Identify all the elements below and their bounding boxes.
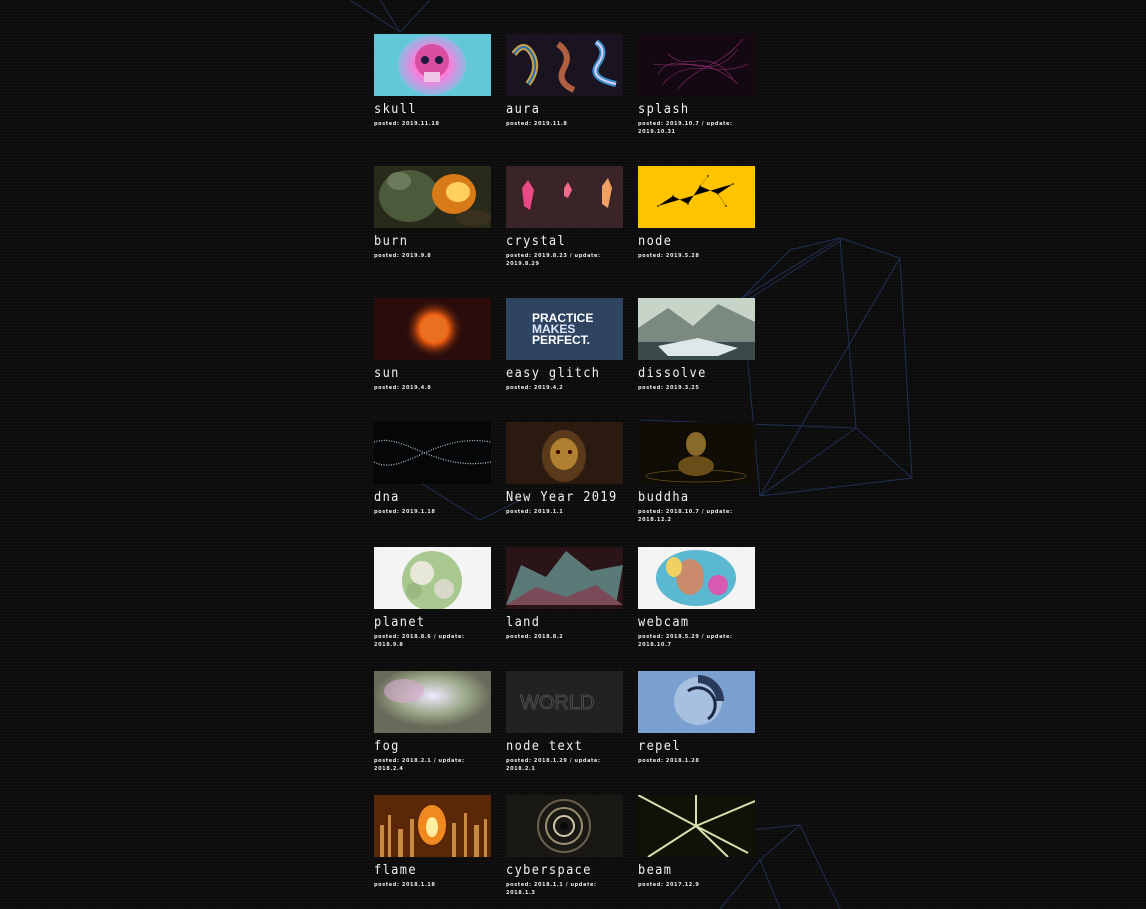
work-dates: posted: 2019.8.23 / update: 2019.8.29 [506, 253, 601, 267]
work-card-planet[interactable]: planet posted: 2018.8.6 / update: 2018.9.… [374, 547, 491, 649]
work-card-skull[interactable]: skull posted: 2019.11.18 [374, 34, 491, 128]
svg-text:WORLD: WORLD [520, 692, 594, 714]
work-title[interactable]: cyberspace [506, 863, 614, 879]
work-thumbnail[interactable] [638, 166, 755, 228]
work-title[interactable]: crystal [506, 234, 614, 250]
work-title[interactable]: flame [374, 863, 482, 879]
work-card-sun[interactable]: sun posted: 2019.4.8 [374, 298, 491, 392]
work-dates: posted: 2018.1.28 [638, 758, 700, 764]
work-card-aura[interactable]: aura posted: 2019.11.8 [506, 34, 623, 128]
work-card-repel[interactable]: repel posted: 2018.1.28 [638, 671, 755, 765]
work-dates: posted: 2018.10.7 / update: 2018.12.2 [638, 509, 733, 523]
work-thumbnail[interactable] [638, 547, 755, 609]
work-title[interactable]: repel [638, 739, 746, 755]
work-dates: posted: 2018.1.18 [374, 882, 436, 888]
work-title[interactable]: fog [374, 739, 482, 755]
work-dates: posted: 2019.10.7 / update: 2019.10.31 [638, 121, 733, 135]
work-thumbnail[interactable] [506, 34, 623, 96]
work-thumbnail[interactable] [638, 34, 755, 96]
work-thumbnail[interactable] [638, 422, 755, 484]
work-title[interactable]: node text [506, 739, 614, 755]
work-card-buddha[interactable]: buddha posted: 2018.10.7 / update: 2018.1… [638, 422, 755, 524]
work-thumbnail[interactable]: WORLD [506, 671, 623, 733]
work-title[interactable]: buddha [638, 490, 746, 506]
work-title[interactable]: New Year 2019 [506, 490, 616, 506]
work-card-beam[interactable]: beam posted: 2017.12.9 [638, 795, 755, 889]
work-card-new-year-2019[interactable]: New Year 2019 posted: 2019.1.1 [506, 422, 623, 516]
work-title[interactable]: dna [374, 490, 482, 506]
work-title[interactable]: planet [374, 615, 482, 631]
work-thumbnail[interactable] [374, 298, 491, 360]
work-thumbnail[interactable]: PRACTICE MAKES PERFECT. [506, 298, 623, 360]
work-dates: posted: 2019.1.1 [506, 509, 564, 515]
work-thumbnail[interactable] [506, 422, 623, 484]
work-dates: posted: 2018.1.1 / update: 2018.1.3 [506, 882, 597, 896]
work-dates: posted: 2018.8.6 / update: 2018.9.8 [374, 634, 465, 648]
work-thumbnail[interactable] [638, 298, 755, 360]
work-title[interactable]: sun [374, 366, 482, 382]
work-title[interactable]: land [506, 615, 614, 631]
work-thumbnail[interactable] [506, 166, 623, 228]
work-dates: posted: 2019.5.28 [638, 253, 700, 259]
work-dates: posted: 2019.11.18 [374, 121, 440, 127]
work-title[interactable]: node [638, 234, 746, 250]
work-thumbnail[interactable] [506, 547, 623, 609]
work-title[interactable]: aura [506, 102, 614, 118]
work-dates: posted: 2017.12.9 [638, 882, 700, 888]
work-card-flame[interactable]: flame posted: 2018.1.18 [374, 795, 491, 889]
work-dates: posted: 2019.4.8 [374, 385, 432, 391]
work-thumbnail[interactable] [374, 671, 491, 733]
work-card-webcam[interactable]: webcam posted: 2018.5.29 / update: 2018.1… [638, 547, 755, 649]
work-thumbnail[interactable] [374, 166, 491, 228]
work-card-dna[interactable]: dna posted: 2019.1.18 [374, 422, 491, 516]
work-title[interactable]: skull [374, 102, 482, 118]
work-thumbnail[interactable] [638, 671, 755, 733]
work-dates: posted: 2018.8.2 [506, 634, 564, 640]
work-dates: posted: 2019.9.8 [374, 253, 432, 259]
work-thumbnail[interactable] [374, 547, 491, 609]
work-dates: posted: 2019.1.18 [374, 509, 436, 515]
work-card-node-text[interactable]: WORLD node text posted: 2018.1.29 / update… [506, 671, 623, 773]
work-dates: posted: 2018.2.1 / update: 2018.2.4 [374, 758, 465, 772]
work-card-dissolve[interactable]: dissolve posted: 2019.3.25 [638, 298, 755, 392]
work-title[interactable]: beam [638, 863, 746, 879]
work-thumbnail[interactable] [506, 795, 623, 857]
work-dates: posted: 2019.3.25 [638, 385, 700, 391]
work-thumbnail[interactable] [374, 795, 491, 857]
work-card-fog[interactable]: fog posted: 2018.2.1 / update: 2018.2.4 [374, 671, 491, 773]
work-card-burn[interactable]: burn posted: 2019.9.8 [374, 166, 491, 260]
work-thumbnail[interactable] [374, 422, 491, 484]
work-dates: posted: 2019.4.2 [506, 385, 564, 391]
work-title[interactable]: splash [638, 102, 746, 118]
work-title[interactable]: burn [374, 234, 482, 250]
work-thumbnail[interactable] [374, 34, 491, 96]
work-title[interactable]: webcam [638, 615, 746, 631]
work-dates: posted: 2018.1.29 / update: 2018.2.1 [506, 758, 601, 772]
svg-text:PERFECT.: PERFECT. [532, 333, 590, 347]
work-dates: posted: 2019.11.8 [506, 121, 568, 127]
work-card-node[interactable]: node posted: 2019.5.28 [638, 166, 755, 260]
work-title[interactable]: dissolve [638, 366, 746, 382]
work-card-splash[interactable]: splash posted: 2019.10.7 / update: 2019.1… [638, 34, 755, 136]
work-card-easy-glitch[interactable]: PRACTICE MAKES PERFECT. easy glitch posted… [506, 298, 623, 392]
work-card-land[interactable]: land posted: 2018.8.2 [506, 547, 623, 641]
work-card-crystal[interactable]: crystal posted: 2019.8.23 / update: 2019.… [506, 166, 623, 268]
work-dates: posted: 2018.5.29 / update: 2018.10.7 [638, 634, 733, 648]
work-card-cyberspace[interactable]: cyberspace posted: 2018.1.1 / update: 201… [506, 795, 623, 897]
work-thumbnail[interactable] [638, 795, 755, 857]
work-title[interactable]: easy glitch [506, 366, 614, 382]
